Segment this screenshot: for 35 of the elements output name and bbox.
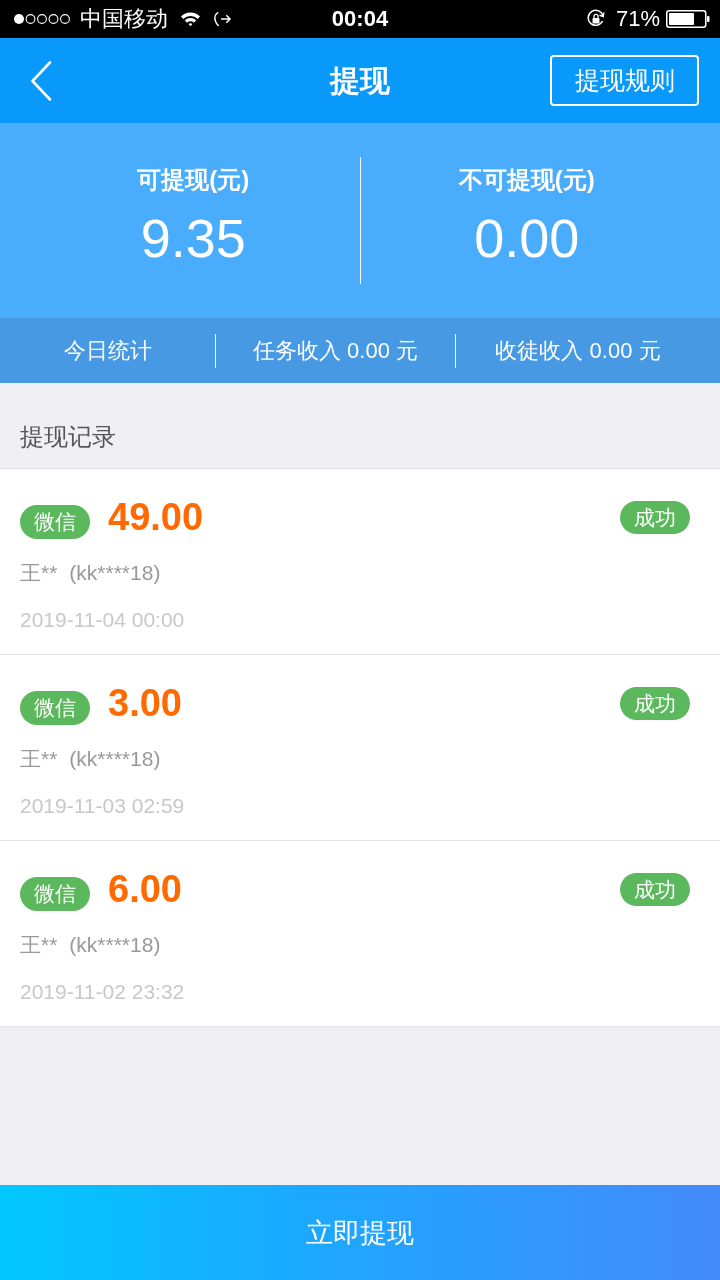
status-badge: 成功: [620, 686, 690, 720]
status-badge: 成功: [620, 500, 690, 534]
balance-label: 可提现(元): [137, 164, 250, 195]
balance-amount: 0.00: [474, 206, 580, 269]
stat-text: 任务收入 0.00 元: [252, 336, 418, 365]
carrier-name: 中国移动: [80, 6, 168, 32]
signal-icon: [12, 13, 72, 25]
clock-time: 00:04: [331, 6, 389, 32]
wifi-icon: [180, 11, 201, 27]
account-id: (kk****18): [69, 746, 161, 772]
account-id: (kk****18): [69, 560, 161, 586]
page-title: 提现: [330, 62, 390, 99]
balance-label: 不可提现(元): [458, 164, 595, 195]
withdraw-button[interactable]: 立即提现: [0, 1185, 720, 1280]
withdrawal-amount: 3.00: [108, 681, 182, 725]
channel-badge: 微信: [20, 691, 90, 725]
channel-badge: 微信: [20, 877, 90, 911]
account-name: 王**: [20, 746, 58, 772]
withdrawal-amount: 6.00: [108, 867, 182, 911]
account-name: 王**: [20, 932, 58, 958]
section-title: 提现记录: [20, 422, 116, 452]
battery-percentage: 71%: [615, 6, 660, 32]
rules-button[interactable]: 提现规则: [550, 55, 699, 106]
rotation-lock-icon: [585, 9, 606, 29]
withdrawal-amount: 49.00: [108, 495, 204, 539]
back-icon[interactable]: [30, 60, 52, 101]
stat-text: 今日统计: [63, 336, 152, 365]
account-name: 王**: [20, 560, 58, 586]
account-id: (kk****18): [69, 932, 161, 958]
status-badge: 成功: [620, 872, 690, 906]
balance-amount: 9.35: [140, 206, 246, 269]
battery-icon: [666, 10, 710, 28]
phone-arrow-icon: [213, 11, 232, 27]
channel-badge: 微信: [20, 505, 90, 539]
stat-text: 收徒收入 0.00 元: [495, 336, 661, 365]
